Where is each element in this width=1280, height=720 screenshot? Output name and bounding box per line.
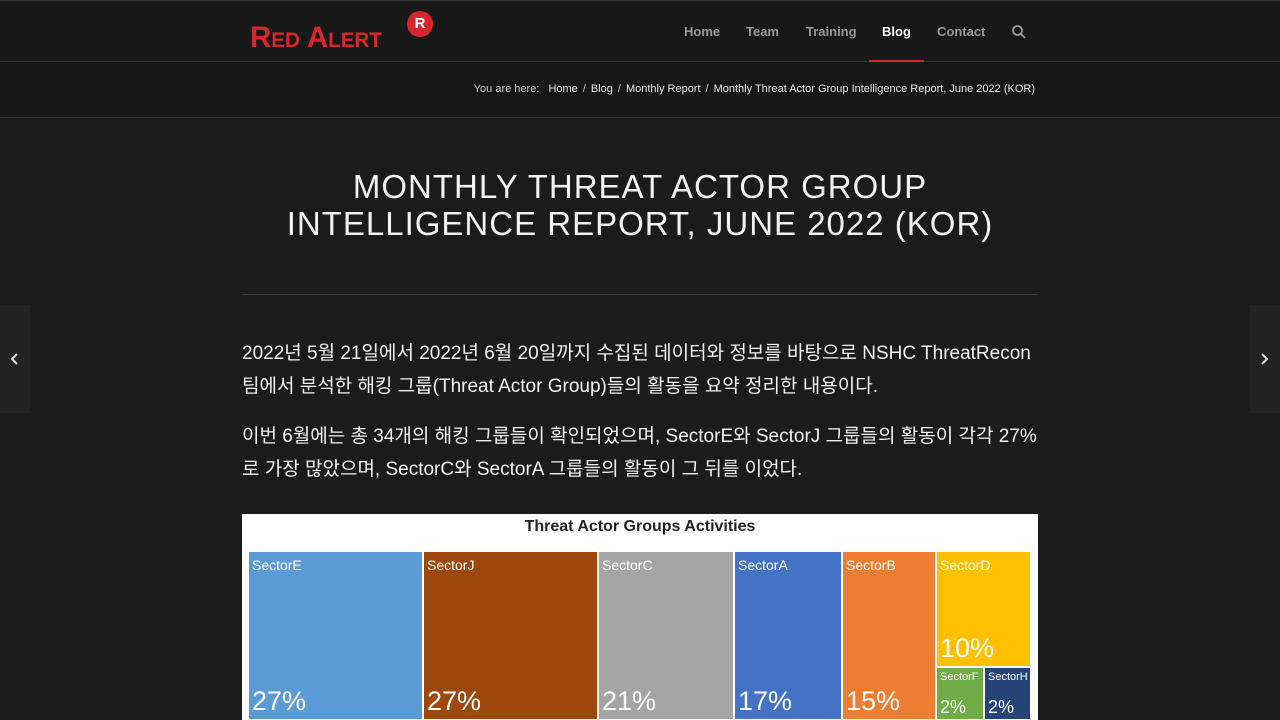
breadcrumb-current: Monthly Threat Actor Group Intelligence … (713, 83, 1035, 95)
treemap-tile-sectorc: SectorC 21% (598, 551, 734, 720)
chart-title: Threat Actor Groups Activities (524, 518, 756, 535)
breadcrumb-bar: You are here: Home / Blog / Monthly Report / M… (0, 62, 1280, 118)
search-icon[interactable] (1011, 24, 1027, 40)
breadcrumb-prefix: You are here: (473, 83, 540, 95)
treemap-label-sectorc: SectorC (602, 557, 653, 573)
prev-post-arrow[interactable] (0, 305, 30, 413)
treemap-value-sectorj: 27% (427, 686, 482, 716)
breadcrumb-monthly-report[interactable]: Monthly Report (626, 83, 701, 95)
logo-badge-icon: R (407, 11, 433, 37)
treemap-tile-sectorf: SectorF 2% (936, 667, 984, 720)
treemap-label-sectorb: SectorB (846, 557, 896, 573)
treemap-label-sectorj: SectorJ (427, 557, 475, 573)
title-divider (242, 294, 1038, 295)
page-title: MONTHLY THREAT ACTOR GROUP INTELLIGENCE … (242, 168, 1038, 242)
site-header: Red Alert R Home Team Training Blog Cont… (0, 0, 1280, 62)
treemap-label-sectorf: SectorF (940, 671, 979, 683)
nav-team[interactable]: Team (746, 24, 779, 39)
nav-training[interactable]: Training (806, 24, 857, 39)
logo-text: Red Alert (250, 21, 382, 54)
breadcrumb: You are here: Home / Blog / Monthly Report / M… (473, 83, 1035, 95)
breadcrumb-home[interactable]: Home (548, 83, 577, 95)
treemap-value-sectorh: 2% (988, 697, 1015, 717)
treemap-value-sectorb: 15% (846, 686, 901, 716)
next-post-arrow[interactable] (1250, 305, 1280, 413)
treemap-tile-sectorj: SectorJ 27% (423, 551, 598, 720)
nav-blog[interactable]: Blog (882, 24, 911, 39)
nav-home[interactable]: Home (684, 24, 720, 39)
treemap-value-sectore: 27% (252, 686, 307, 716)
page-title-line1: MONTHLY THREAT ACTOR GROUP (352, 168, 928, 205)
treemap-label-sectora: SectorA (738, 557, 788, 573)
nav-contact[interactable]: Contact (937, 24, 985, 39)
summary-paragraph: 이번 6월에는 총 34개의 해킹 그룹들이 확인되었으며, SectorE와 … (242, 426, 1037, 480)
page-title-line2: INTELLIGENCE REPORT, JUNE 2022 (KOR) (286, 205, 994, 242)
red-alert-logo[interactable]: Red Alert R (250, 11, 440, 55)
chevron-right-icon (1261, 353, 1269, 365)
breadcrumb-blog[interactable]: Blog (591, 83, 613, 95)
treemap-tile-sectora: SectorA 17% (734, 551, 842, 720)
treemap-label-sectord: SectorD (940, 557, 991, 573)
treemap-tile-sectore: SectorE 27% (248, 551, 423, 720)
chevron-left-icon (10, 353, 18, 365)
treemap-label-sectore: SectorE (252, 557, 302, 573)
treemap-value-sectorf: 2% (940, 697, 967, 717)
treemap-label-sectorh: SectorH (988, 671, 1028, 683)
treemap-tile-sectord: SectorD 10% (936, 551, 1031, 667)
treemap-tile-sectorb: SectorB 15% (842, 551, 936, 720)
threat-actor-treemap: Threat Actor Groups Activities SectorE 27… (242, 514, 1038, 720)
treemap-tile-sectorh: SectorH 2% (984, 667, 1031, 720)
treemap-value-sectord: 10% (940, 633, 995, 663)
treemap-value-sectora: 17% (738, 686, 793, 716)
intro-paragraph: 2022년 5월 21일에서 2022년 6월 20일까지 수집된 데이터와 정… (242, 343, 1031, 397)
treemap-value-sectorc: 21% (602, 686, 657, 716)
